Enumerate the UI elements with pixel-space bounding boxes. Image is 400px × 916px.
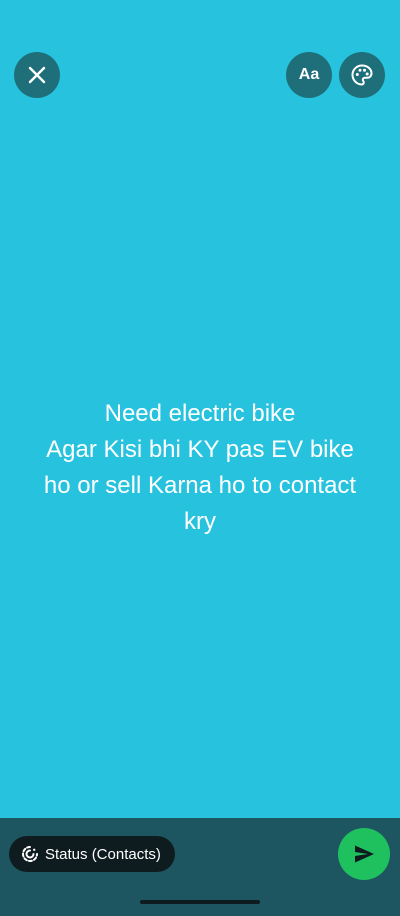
close-icon — [28, 66, 46, 84]
send-icon — [355, 845, 374, 863]
font-style-button[interactable]: Aa — [286, 52, 332, 98]
status-text-input[interactable]: Need electric bike Agar Kisi bhi KY pas … — [20, 396, 380, 540]
status-icon — [21, 845, 39, 863]
background-color-button[interactable] — [339, 52, 385, 98]
text-status-composer: Aa Need electric bike Agar Kisi bhi KY p… — [0, 0, 400, 916]
status-audience-label: Status (Contacts) — [45, 845, 161, 863]
font-style-label: Aa — [298, 66, 320, 83]
palette-icon — [351, 64, 373, 86]
status-audience-button[interactable]: Status (Contacts) — [9, 836, 175, 872]
send-button[interactable] — [338, 828, 390, 880]
close-button[interactable] — [14, 52, 60, 98]
home-indicator — [140, 900, 260, 904]
